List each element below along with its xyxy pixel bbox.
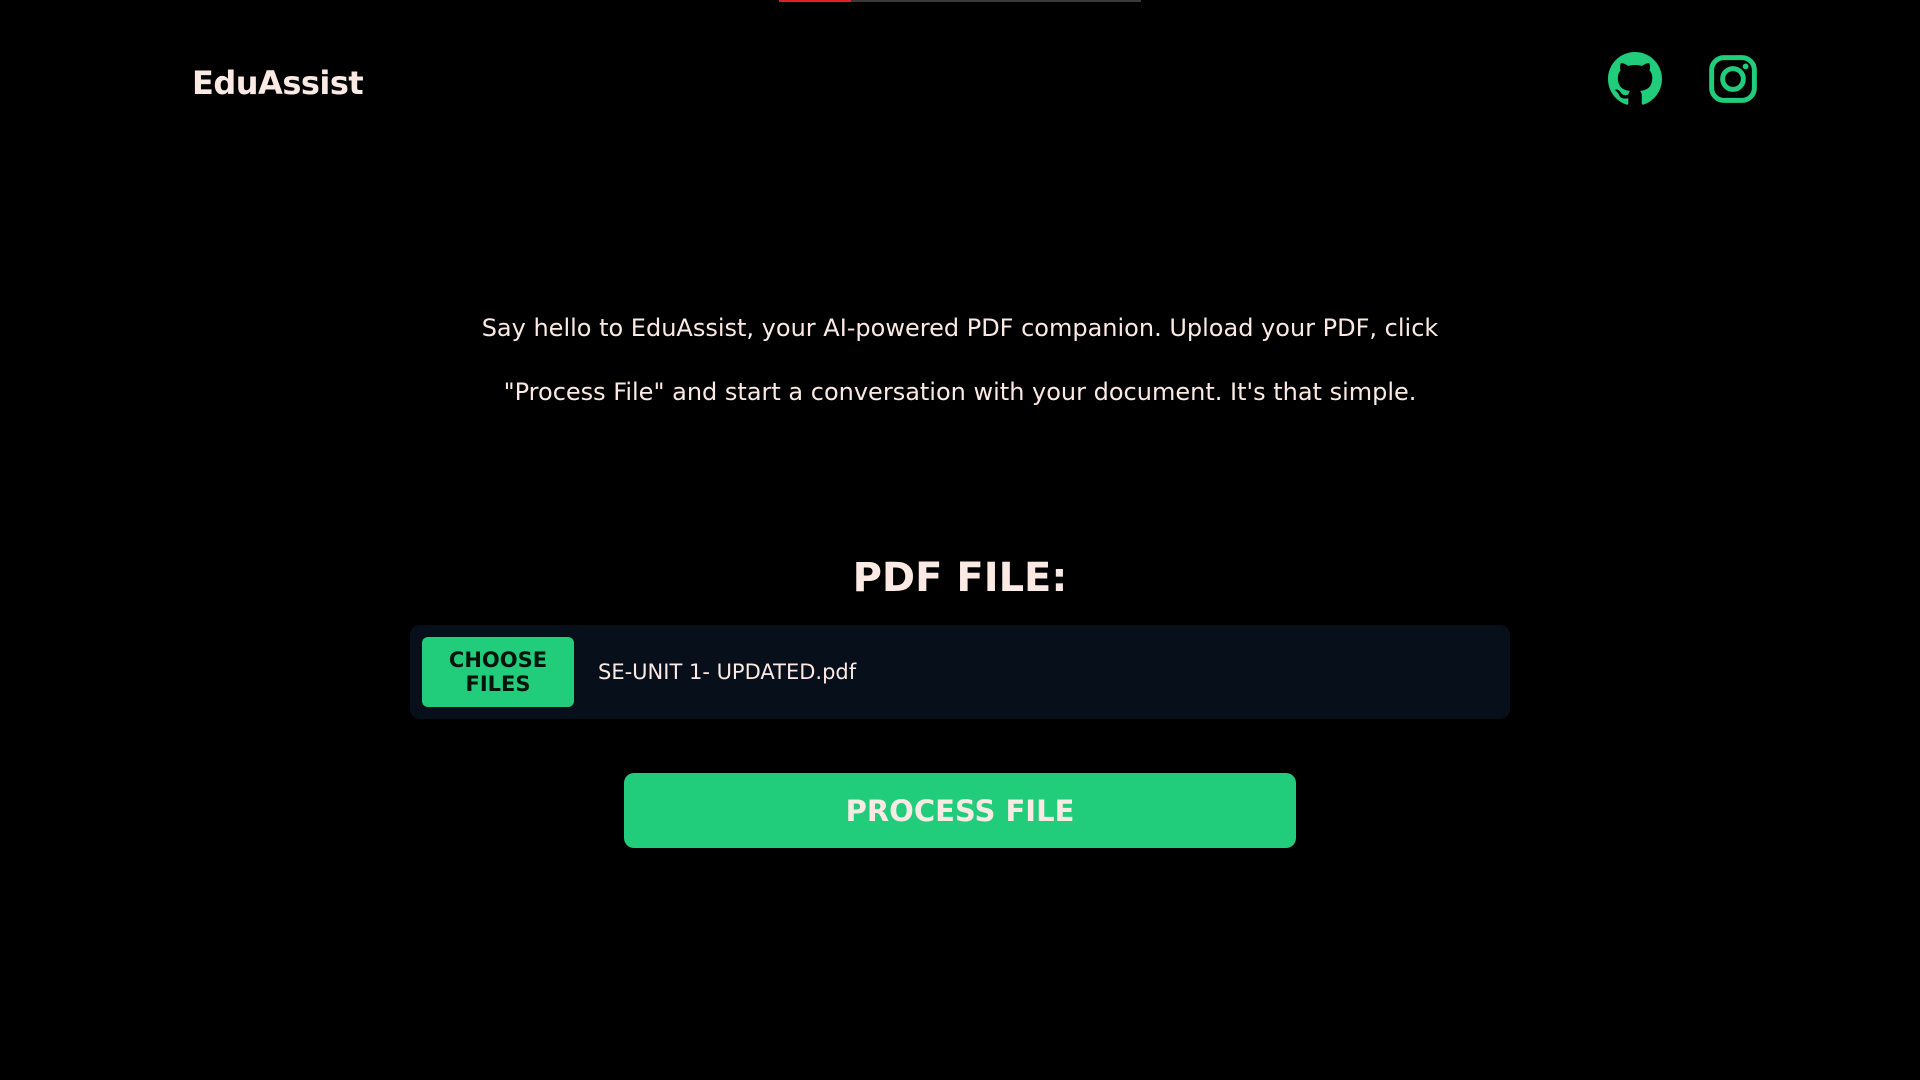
- loading-progress-bar: [779, 0, 1141, 2]
- selected-file-name: SE-UNIT 1- UPDATED.pdf: [598, 660, 857, 684]
- instagram-link[interactable]: [1706, 52, 1760, 106]
- choose-files-button[interactable]: CHOOSE FILES: [422, 637, 574, 707]
- file-input[interactable]: CHOOSE FILES SE-UNIT 1- UPDATED.pdf: [410, 625, 1510, 719]
- instagram-icon: [1709, 55, 1757, 103]
- page: EduAssist Say hello to EduAssist, your A…: [0, 0, 1920, 1080]
- github-link[interactable]: [1608, 52, 1662, 106]
- loading-progress-fill: [779, 0, 852, 2]
- intro-text: Say hello to EduAssist, your AI-powered …: [460, 296, 1460, 424]
- brand-logo[interactable]: EduAssist: [192, 64, 364, 102]
- process-file-button[interactable]: PROCESS FILE: [624, 773, 1296, 848]
- social-links: [1608, 52, 1760, 106]
- pdf-file-label: PDF FILE:: [852, 555, 1068, 601]
- intro-line-2: "Process File" and start a conversation …: [503, 378, 1417, 406]
- github-icon: [1608, 52, 1662, 105]
- intro-line-1: Say hello to EduAssist, your AI-powered …: [481, 314, 1439, 342]
